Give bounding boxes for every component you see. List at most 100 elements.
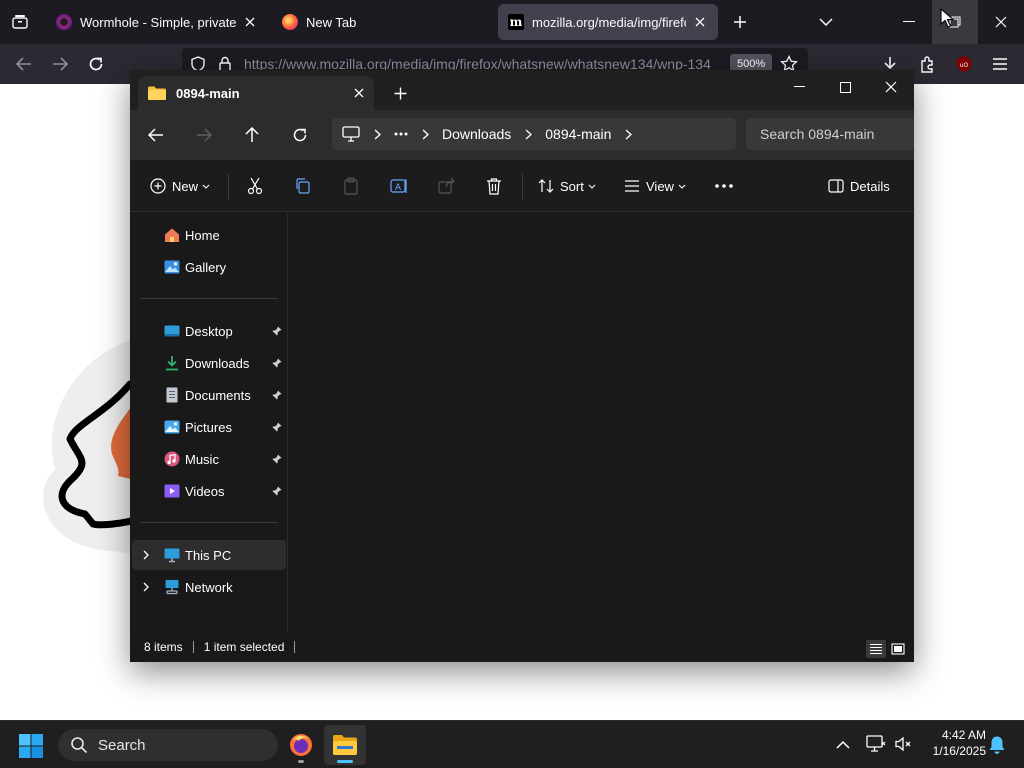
maximize-window-icon[interactable] bbox=[822, 72, 868, 102]
new-tab-plus-icon[interactable] bbox=[728, 10, 752, 34]
sidebar-divider bbox=[140, 298, 278, 299]
this-pc-monitor-icon[interactable] bbox=[342, 126, 360, 142]
breadcrumb-item-downloads[interactable]: Downloads bbox=[442, 126, 511, 142]
delete-button[interactable] bbox=[486, 174, 502, 198]
up-arrow-icon[interactable] bbox=[240, 123, 264, 147]
cut-button[interactable] bbox=[246, 174, 264, 198]
tab-title: mozilla.org/media/img/firefox/ bbox=[532, 14, 686, 30]
rename-button[interactable]: A bbox=[390, 174, 408, 198]
sidebar-item-videos[interactable]: Videos bbox=[132, 476, 286, 506]
chevron-right-icon[interactable] bbox=[517, 126, 539, 142]
chevron-right-icon[interactable] bbox=[617, 126, 639, 142]
close-tab-icon[interactable] bbox=[242, 14, 258, 30]
explorer-tab[interactable]: 0894-main bbox=[138, 76, 374, 110]
ublock-origin-icon[interactable]: uO bbox=[952, 52, 976, 76]
tab-overview-icon[interactable] bbox=[8, 10, 32, 34]
pin-icon[interactable] bbox=[272, 486, 282, 496]
more-options-button[interactable] bbox=[714, 174, 734, 198]
sidebar-item-label: Gallery bbox=[185, 259, 227, 275]
restore-window-icon[interactable] bbox=[932, 0, 978, 44]
sidebar-item-music[interactable]: Music bbox=[132, 444, 286, 474]
browser-tab-new-tab[interactable]: New Tab bbox=[272, 4, 494, 40]
system-clock[interactable]: 4:42 AM 1/16/2025 bbox=[916, 727, 986, 759]
active-app-indicator bbox=[337, 760, 353, 763]
pin-icon[interactable] bbox=[272, 454, 282, 464]
breadcrumb[interactable]: Downloads 0894-main bbox=[332, 118, 736, 150]
refresh-icon[interactable] bbox=[288, 123, 312, 147]
show-hidden-icons-chevron-up-icon[interactable] bbox=[836, 737, 850, 755]
sidebar-item-this-pc[interactable]: This PC bbox=[132, 540, 286, 570]
scissors-icon bbox=[247, 177, 263, 195]
browser-tab-mozilla[interactable]: m mozilla.org/media/img/firefox/ bbox=[498, 4, 718, 40]
sidebar-item-downloads[interactable]: Downloads bbox=[132, 348, 286, 378]
paste-button[interactable] bbox=[342, 174, 360, 198]
chevron-right-icon[interactable] bbox=[140, 581, 152, 593]
browser-tab-wormhole[interactable]: Wormhole - Simple, private file bbox=[46, 4, 268, 40]
sidebar-item-network[interactable]: Network bbox=[132, 572, 286, 602]
sidebar-item-pictures[interactable]: Pictures bbox=[132, 412, 286, 442]
pin-icon[interactable] bbox=[272, 326, 282, 336]
taskbar-file-explorer-app[interactable] bbox=[324, 725, 366, 765]
network-status-icon[interactable] bbox=[866, 735, 886, 758]
new-tab-plus-icon[interactable] bbox=[394, 87, 407, 100]
minimize-window-icon[interactable] bbox=[776, 72, 822, 102]
sidebar-item-label: Network bbox=[185, 579, 233, 595]
more-options-ellipsis-icon bbox=[715, 184, 733, 188]
wormhole-favicon-icon bbox=[56, 14, 72, 30]
sidebar-item-gallery[interactable]: Gallery bbox=[132, 252, 286, 282]
pin-icon[interactable] bbox=[272, 390, 282, 400]
chevron-right-icon[interactable] bbox=[414, 126, 436, 142]
sidebar-item-home[interactable]: Home bbox=[132, 220, 286, 250]
windows-start-icon[interactable] bbox=[18, 733, 44, 759]
sidebar-item-label: Videos bbox=[185, 483, 225, 499]
list-all-tabs-chevron-icon[interactable] bbox=[814, 10, 838, 34]
extensions-puzzle-icon[interactable] bbox=[916, 52, 940, 76]
share-icon bbox=[438, 177, 455, 194]
details-view-toggle-icon[interactable] bbox=[866, 640, 886, 658]
tiles-view-toggle-icon[interactable] bbox=[888, 640, 908, 658]
details-pane-button[interactable]: Details bbox=[828, 174, 894, 198]
chevron-down-icon bbox=[678, 184, 686, 189]
sort-button[interactable]: Sort bbox=[538, 174, 596, 198]
close-tab-icon[interactable] bbox=[692, 14, 708, 30]
selection-count-text: 1 item selected bbox=[203, 640, 285, 654]
hamburger-menu-icon[interactable] bbox=[988, 52, 1012, 76]
tab-title: New Tab bbox=[306, 14, 357, 30]
status-divider bbox=[192, 641, 194, 653]
close-window-icon[interactable] bbox=[978, 0, 1024, 44]
breadcrumb-item-current-folder[interactable]: 0894-main bbox=[545, 126, 611, 142]
forward-arrow-icon[interactable] bbox=[192, 123, 216, 147]
back-arrow-icon[interactable] bbox=[12, 52, 36, 76]
sidebar-item-label: Desktop bbox=[185, 323, 233, 339]
chevron-right-icon[interactable] bbox=[140, 549, 152, 561]
sort-label: Sort bbox=[560, 178, 584, 194]
notification-bell-icon[interactable] bbox=[988, 735, 1006, 760]
firefox-favicon-icon bbox=[282, 14, 298, 30]
copy-button[interactable] bbox=[294, 174, 312, 198]
close-window-icon[interactable] bbox=[868, 72, 914, 102]
search-input[interactable]: Search 0894-main bbox=[746, 118, 914, 150]
more-locations-ellipsis-icon[interactable] bbox=[394, 132, 408, 136]
taskbar-search-box[interactable]: Search bbox=[58, 729, 278, 761]
taskbar-search-label: Search bbox=[98, 736, 146, 754]
close-tab-icon[interactable] bbox=[354, 88, 364, 98]
volume-muted-icon[interactable] bbox=[894, 735, 912, 758]
pin-icon[interactable] bbox=[272, 422, 282, 432]
minimize-window-icon[interactable] bbox=[886, 0, 932, 44]
taskbar-firefox-app[interactable] bbox=[280, 725, 322, 765]
sidebar-item-desktop[interactable]: Desktop bbox=[132, 316, 286, 346]
sidebar-item-documents[interactable]: Documents bbox=[132, 380, 286, 410]
new-button[interactable]: New bbox=[150, 174, 210, 198]
view-button[interactable]: View bbox=[624, 174, 686, 198]
reload-icon[interactable] bbox=[84, 52, 108, 76]
details-pane-icon bbox=[828, 179, 844, 193]
pin-icon[interactable] bbox=[272, 358, 282, 368]
share-button[interactable] bbox=[438, 174, 456, 198]
svg-text:uO: uO bbox=[960, 62, 969, 69]
file-list-area[interactable] bbox=[288, 213, 914, 632]
sidebar-item-label: This PC bbox=[185, 547, 232, 563]
desktop-icon bbox=[164, 325, 180, 337]
chevron-right-icon[interactable] bbox=[366, 126, 388, 142]
forward-arrow-icon[interactable] bbox=[48, 52, 72, 76]
back-arrow-icon[interactable] bbox=[144, 123, 168, 147]
